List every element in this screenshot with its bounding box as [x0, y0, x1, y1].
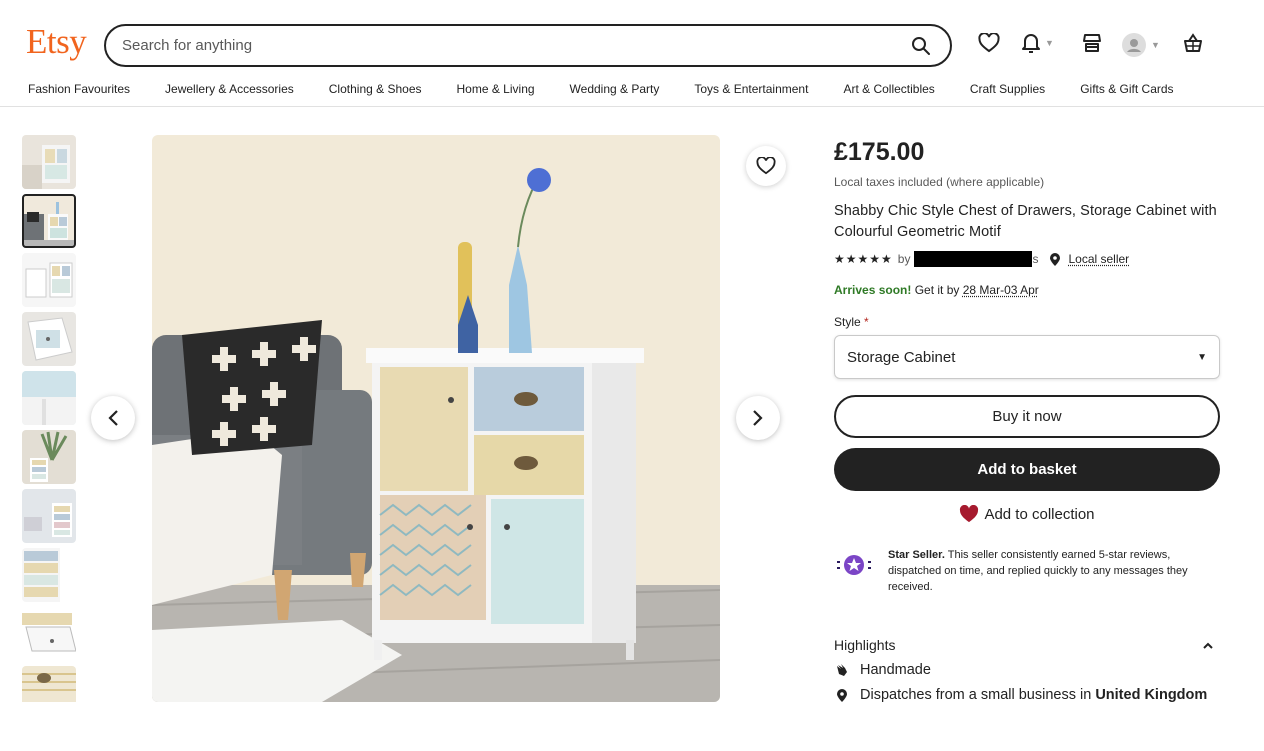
header-divider	[0, 106, 1264, 107]
location-pin-icon	[834, 688, 850, 702]
carousel-next-button[interactable]	[736, 396, 780, 440]
arrival-info: Arrives soon! Get it by 28 Mar-03 Apr	[834, 283, 1220, 297]
nav-item-craft[interactable]: Craft Supplies	[970, 82, 1045, 96]
carousel-prev-button[interactable]	[91, 396, 135, 440]
local-seller-link[interactable]: Local seller	[1068, 252, 1129, 266]
basket-button[interactable]	[1183, 33, 1203, 53]
shop-name-redacted	[914, 251, 1033, 267]
shop-manager-button[interactable]	[1082, 33, 1102, 53]
product-info-panel: £175.00 Local taxes included (where appl…	[834, 135, 1220, 703]
chevron-down-icon: ▼	[1151, 40, 1160, 50]
product-title: Shabby Chic Style Chest of Drawers, Stor…	[834, 203, 1217, 240]
highlight-dispatch-country: United Kingdom	[1095, 687, 1208, 703]
location-pin-icon	[1050, 252, 1061, 266]
star-seller-badge-icon	[837, 555, 871, 575]
etsy-logo[interactable]: Etsy	[26, 22, 87, 62]
delivery-range-link[interactable]: 28 Mar-03 Apr	[963, 283, 1039, 297]
chevron-down-icon: ▼	[1197, 351, 1207, 363]
thumbnail-5[interactable]	[22, 371, 76, 425]
search-bar	[104, 24, 952, 67]
avatar	[1122, 33, 1146, 57]
required-marker: *	[864, 315, 869, 329]
search-input[interactable]	[122, 37, 908, 54]
highlights-title: Highlights	[834, 637, 896, 653]
star-seller-text: Star Seller. This seller consistently ea…	[888, 547, 1220, 595]
account-button[interactable]: ▼	[1122, 33, 1160, 57]
by-label: by	[897, 252, 911, 266]
nav-item-gifts[interactable]: Gifts & Gift Cards	[1080, 82, 1173, 96]
nav-item-home-living[interactable]: Home & Living	[457, 82, 535, 96]
chevron-down-icon: ▼	[1045, 38, 1054, 48]
nav-item-wedding[interactable]: Wedding & Party	[570, 82, 660, 96]
buy-now-button[interactable]: Buy it now	[834, 395, 1220, 438]
style-select-value: Storage Cabinet	[847, 348, 956, 366]
highlight-handmade: Handmade	[834, 662, 1220, 678]
highlights-toggle[interactable]: Highlights	[834, 637, 1220, 653]
search-icon	[912, 36, 930, 55]
thumbnail-3[interactable]	[22, 253, 76, 307]
search-button[interactable]	[908, 33, 934, 59]
style-select[interactable]: Storage Cabinet ▼	[834, 335, 1220, 379]
heart-filled-icon	[960, 505, 979, 523]
heart-icon	[978, 33, 1000, 53]
chevron-left-icon	[108, 410, 118, 426]
style-label-text: Style	[834, 315, 861, 329]
nav-item-clothing[interactable]: Clothing & Shoes	[329, 82, 422, 96]
rating-stars[interactable]: ★★★★★	[834, 252, 893, 266]
category-nav: Fashion Favourites Jewellery & Accessori…	[28, 82, 1174, 96]
taxes-note: Local taxes included (where applicable)	[834, 175, 1045, 189]
thumbnail-4[interactable]	[22, 312, 76, 366]
star-seller-info: Star Seller. This seller consistently ea…	[834, 547, 1220, 595]
thumbnail-6[interactable]	[22, 430, 76, 484]
favourite-item-button[interactable]	[746, 146, 786, 186]
nav-item-toys[interactable]: Toys & Entertainment	[694, 82, 808, 96]
add-to-collection-button[interactable]: Add to collection	[834, 505, 1220, 523]
chevron-right-icon	[753, 410, 763, 426]
thumbnail-7[interactable]	[22, 489, 76, 543]
get-it-by-label: Get it by	[914, 283, 960, 297]
thumbnail-2[interactable]	[22, 194, 76, 248]
style-label: Style *	[834, 315, 1220, 329]
nav-item-jewellery[interactable]: Jewellery & Accessories	[165, 82, 294, 96]
chevron-up-icon	[1203, 642, 1213, 649]
notifications-button[interactable]: ▼	[1022, 33, 1054, 53]
product-main-image[interactable]	[152, 135, 720, 702]
thumbnail-10[interactable]	[22, 666, 76, 702]
nav-item-art[interactable]: Art & Collectibles	[843, 82, 934, 96]
thumbnail-list	[22, 135, 76, 702]
heart-icon	[756, 157, 776, 175]
nav-item-fashion[interactable]: Fashion Favourites	[28, 82, 130, 96]
thumbnail-9[interactable]	[22, 607, 76, 661]
bell-icon	[1022, 34, 1040, 53]
highlight-dispatch-text: Dispatches from a small business in	[860, 687, 1092, 703]
favourites-button[interactable]	[978, 33, 1000, 53]
hand-icon	[834, 663, 850, 677]
add-to-collection-label: Add to collection	[984, 505, 1095, 523]
seller-row: ★★★★★ by s Local seller	[834, 251, 1220, 267]
thumbnail-8[interactable]	[22, 548, 76, 602]
highlight-handmade-text: Handmade	[860, 662, 931, 678]
product-price: £175.00	[834, 138, 925, 166]
star-seller-title: Star Seller.	[888, 549, 945, 561]
thumbnail-1[interactable]	[22, 135, 76, 189]
shop-name-tail: s	[1032, 252, 1039, 266]
basket-icon	[1184, 33, 1202, 52]
shop-icon	[1083, 34, 1101, 52]
add-to-basket-button[interactable]: Add to basket	[834, 448, 1220, 491]
highlight-dispatch: Dispatches from a small business in Unit…	[834, 687, 1220, 703]
arrives-soon-label: Arrives soon!	[834, 283, 912, 297]
